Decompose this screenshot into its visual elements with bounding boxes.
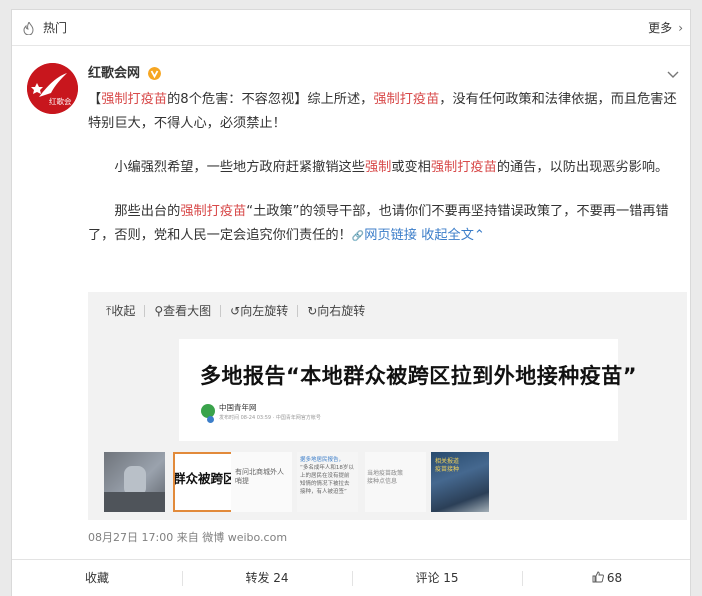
thumbnail-4-text: 据多地居民报告， “多名成年人和18岁以 上的居民在没有提前 知情的情况下被拉去… [300,456,354,496]
more-link[interactable]: 更多 › [648,20,683,36]
action-bar: 收藏 转发 24 评论 15 68 [12,559,690,596]
thumbnail-strip: 群众被跨区拉 有问北商城外人 哨提 据多地居民报告， “多名成年人和18岁以 上… [104,452,489,512]
repost-button[interactable]: 转发 24 [182,560,352,596]
source-name: 中国青年网 [219,403,257,412]
image-headline: 多地报告“本地群众被跨区拉到外地接种疫苗” [200,364,638,388]
thumbnail-6-text: 相关报道 疫苗接种 [435,458,459,474]
thumbnail-4-line: 知情的情况下被拉去 [300,481,350,487]
thumbnail-3-line: 哨提 [235,477,249,485]
thumbnail-6-line: 疫苗接种 [435,466,460,473]
media-toolbar: ⤒收起 ⚲查看大图 ↺向左旋转 ↻向右旋转 [106,302,374,318]
post-paragraph-1: 【强制打疫苗的8个危害：不容忽视】综上所述，强制打疫苗，没有任何政策和法律依据，… [88,88,678,136]
thumbnail-6-line: 相关报道 [435,458,460,465]
thumbnail-5-text: 当地疫苗政策 接种点信息 [367,470,403,486]
chevron-right-icon: › [678,21,683,35]
post-meta: 08月27日 17:00 来自 微博 weibo.com [88,531,287,545]
post-paragraph-2: 小编强烈希望，一些地方政府赶紧撤销这些强制或变相强制打疫苗的通告，以防出现恶劣影… [88,156,678,180]
web-link[interactable]: 🔗网页链接 [352,228,417,243]
source-meta: 发布时间 08-24 03:59 · 中国青年网官方帐号 [219,415,321,421]
post-from-prefix: 来自 [176,531,199,544]
rotate-right-button[interactable]: ↻向右旋转 [307,302,365,319]
highlight-keyword[interactable]: 强制打疫苗 [373,92,439,107]
collapse-full-text-label: 收起全文 [421,228,474,243]
main-image[interactable]: 多地报告“本地群众被跨区拉到外地接种疫苗” 中国青年网 发布时间 08-24 0… [179,339,637,441]
post-text-segment: 或变相 [391,160,431,175]
highlight-keyword[interactable]: 强制打疫苗 [180,204,246,219]
avatar[interactable]: 红歌会 [27,63,78,114]
repost-label: 转发 24 [245,571,289,585]
post-body: 【强制打疫苗的8个危害：不容忽视】综上所述，强制打疫苗，没有任何政策和法律依据，… [88,88,678,249]
source-verified-icon [207,416,214,423]
post-text-segment: 的通告，以防出现恶劣影响。 [496,160,669,175]
toolbar-divider [144,305,146,317]
post-time[interactable]: 08月27日 17:00 [88,531,173,544]
post-text-segment: 小编强烈希望，一些地方政府赶紧撤销这些 [88,160,365,175]
hot-section-title: 热门 [43,21,68,35]
thumbnail-4[interactable]: 据多地居民报告， “多名成年人和18岁以 上的居民在没有提前 知情的情况下被拉去… [297,452,358,512]
thumbs-up-icon [592,571,604,583]
rotate-left-button[interactable]: ↺向左旋转 [230,302,288,319]
view-large-label: 查看大图 [163,304,212,318]
rotate-left-label: 向左旋转 [240,304,289,318]
photo-thumbnail-icon [104,466,165,512]
thumbnail-5-line: 当地疫苗政策 [367,470,404,477]
highlight-keyword[interactable]: 强制打疫苗 [431,160,497,175]
rotate-left-icon: ↺ [230,304,241,318]
comment-button[interactable]: 评论 15 [352,560,522,596]
like-button[interactable]: 68 [522,560,692,596]
more-label: 更多 [648,21,673,35]
verified-badge-icon [148,67,161,80]
collapse-media-button[interactable]: ⤒收起 [106,302,135,319]
red-song-logo-icon: 红歌会 [27,63,78,114]
avatar-text: 红歌会 [49,96,72,106]
rotate-right-label: 向右旋转 [317,304,366,318]
highlight-keyword[interactable]: 强制打疫苗 [101,92,167,107]
thumbnail-3-line: 有问北商城外人 [235,468,284,476]
thumbnail-4-line: 接种，有人被迫签” [300,489,347,495]
hot-section-header: 热门 更多 › [12,10,690,46]
thumbnail-2-text: 群众被跨区拉 [173,471,232,486]
collapse-full-text-link[interactable]: 收起全文⌃ [421,228,485,243]
web-link-label: 网页链接 [364,228,417,243]
collapse-media-label: 收起 [111,304,136,318]
author-name[interactable]: 红歌会网 [88,65,140,83]
post-paragraph-3: 那些出台的强制打疫苗“土政策”的领导干部，也请你们不要再坚持错误政策了，不要再一… [88,200,678,249]
thumbnail-3[interactable]: 有问北商城外人 哨提 [231,452,292,512]
magnifier-icon: ⚲ [154,304,164,318]
highlight-keyword[interactable]: 强制 [365,160,391,175]
view-large-button[interactable]: ⚲查看大图 [154,302,211,319]
weibo-card: 热门 更多 › 红歌会 红歌会网 【强制打疫苗的8个危害：不容忽视】综上所述，强制… [11,9,691,596]
chevron-up-icon: ⌃ [473,228,485,243]
post-text-segment: 【 [88,92,102,107]
post-text-segment: 的8个危害：不容忽视】综上所述， [167,92,374,107]
post-text-segment: 那些出台的 [88,204,181,219]
comment-label: 评论 15 [415,571,459,585]
thumbnail-2-selected[interactable]: 群众被跨区拉 [173,452,234,512]
thumbnail-4-line: 据多地居民报告， [300,457,345,463]
link-icon: 🔗 [351,231,365,242]
thumbnail-5-line: 接种点信息 [367,478,398,485]
rotate-right-icon: ↻ [307,304,318,318]
media-viewer: ⤒收起 ⚲查看大图 ↺向左旋转 ↻向右旋转 多地报告“本地群众被跨区拉到外地接种疫苗”… [88,292,687,520]
thumbnail-4-line: 上的居民在没有提前 [300,473,350,479]
thumbnail-6[interactable]: 相关报道 疫苗接种 [431,452,489,512]
thumbnail-3-text: 有问北商城外人 哨提 [235,468,284,486]
favorite-button[interactable]: 收藏 [12,560,182,596]
toolbar-divider [220,305,222,317]
thumbnail-1[interactable] [104,452,165,512]
like-count: 68 [606,571,623,585]
chevron-down-icon[interactable] [666,67,680,81]
favorite-label: 收藏 [84,571,109,585]
thumbnail-4-line: “多名成年人和18岁以 [300,465,354,471]
flame-icon [23,22,34,35]
thumbnail-5[interactable]: 当地疫苗政策 接种点信息 [365,452,426,512]
post-source[interactable]: 微博 weibo.com [202,531,287,544]
toolbar-divider [297,305,299,317]
